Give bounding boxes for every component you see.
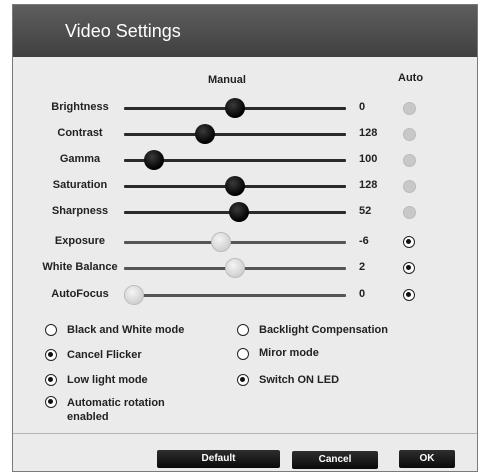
auto-rotation-label: Automatic rotation enabled	[67, 397, 165, 423]
cancel-button[interactable]: Cancel	[292, 451, 378, 469]
cancel-flicker-radio[interactable]	[45, 349, 57, 361]
slider-value: 128	[359, 179, 378, 191]
slider-label: AutoFocus	[51, 288, 109, 300]
manual-header: Manual	[208, 74, 246, 86]
auto-radio[interactable]	[403, 289, 415, 301]
low-light-radio[interactable]	[45, 374, 57, 386]
slider-knob[interactable]	[124, 285, 144, 305]
switch-led-radio[interactable]	[237, 374, 249, 386]
black-white-label: Black and White mode	[67, 324, 185, 336]
ok-button[interactable]: OK	[399, 450, 455, 468]
slider-value: -6	[359, 235, 369, 247]
slider-label: Contrast	[57, 127, 103, 139]
backlight-label: Backlight Compensation	[259, 324, 388, 336]
low-light-label: Low light mode	[67, 374, 148, 386]
auto-radio-disabled	[403, 154, 416, 167]
slider-track[interactable]	[124, 241, 346, 244]
slider-track[interactable]	[124, 133, 346, 136]
auto-radio-disabled	[403, 206, 416, 219]
slider-label: Exposure	[54, 235, 106, 247]
slider-knob[interactable]	[225, 176, 245, 196]
slider-value: 0	[359, 288, 366, 300]
mirror-mode-radio[interactable]	[237, 348, 249, 360]
window-title: Video Settings	[65, 21, 181, 41]
auto-radio[interactable]	[403, 236, 415, 248]
title-bar: Video Settings	[13, 5, 477, 57]
slider-label: White Balance	[42, 261, 118, 273]
auto-radio-disabled	[403, 128, 416, 141]
auto-rotation-radio[interactable]	[45, 396, 57, 408]
switch-led-label: Switch ON LED	[259, 374, 340, 386]
slider-label: Saturation	[52, 179, 108, 191]
slider-value: 2	[359, 261, 366, 273]
backlight-radio[interactable]	[237, 324, 249, 336]
slider-value: 100	[359, 153, 378, 165]
auto-header: Auto	[398, 72, 424, 84]
video-settings-dialog: Video Settings Manual Auto Brightness 0 Co…	[12, 4, 478, 472]
default-button[interactable]: Default	[157, 450, 280, 468]
slider-knob[interactable]	[194, 124, 215, 144]
mirror-mode-label: Miror mode	[259, 347, 319, 359]
slider-label: Sharpness	[51, 205, 109, 217]
slider-knob[interactable]	[229, 202, 250, 222]
footer-divider	[13, 433, 477, 434]
slider-track[interactable]	[124, 294, 346, 297]
slider-knob[interactable]	[144, 150, 165, 170]
black-white-radio[interactable]	[45, 324, 57, 336]
slider-value: 52	[359, 205, 372, 217]
slider-label: Gamma	[59, 153, 101, 165]
slider-knob[interactable]	[210, 232, 231, 252]
cancel-flicker-label: Cancel Flicker	[67, 349, 142, 361]
slider-label: Brightness	[51, 101, 109, 113]
slider-value: 128	[359, 127, 378, 139]
slider-value: 0	[359, 101, 366, 113]
auto-radio-disabled	[403, 102, 416, 115]
auto-radio-disabled	[403, 180, 416, 193]
slider-knob[interactable]	[225, 98, 245, 118]
auto-radio[interactable]	[403, 262, 415, 274]
slider-knob[interactable]	[225, 258, 245, 278]
